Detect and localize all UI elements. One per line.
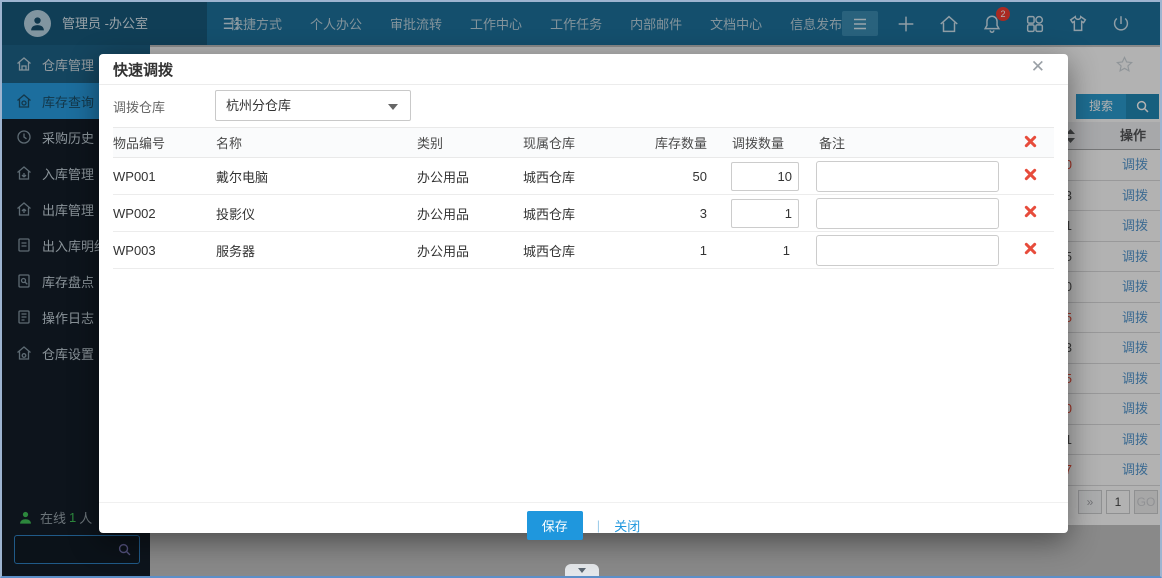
item-warehouse-cell: 城西仓库 bbox=[513, 158, 632, 195]
column-header: 备注 bbox=[807, 128, 1007, 158]
remark-input[interactable] bbox=[816, 235, 999, 266]
transfer-quantity-input[interactable] bbox=[731, 199, 799, 228]
remove-row-icon[interactable] bbox=[1024, 242, 1037, 255]
item-id-cell: WP003 bbox=[113, 232, 216, 269]
item-category-cell: 办公用品 bbox=[410, 158, 513, 195]
remark-cell bbox=[807, 232, 1007, 269]
item-id-cell: WP002 bbox=[113, 195, 216, 232]
remark-input[interactable] bbox=[816, 161, 999, 192]
chevron-down-icon bbox=[578, 568, 586, 573]
transfer-quantity-cell bbox=[709, 195, 807, 232]
chevron-down-icon bbox=[388, 104, 398, 110]
transfer-warehouse-select[interactable]: 杭州分仓库 bbox=[215, 90, 411, 121]
footer-divider bbox=[99, 502, 1068, 503]
remove-row-icon[interactable] bbox=[1024, 168, 1037, 181]
item-name-cell: 服务器 bbox=[216, 232, 410, 269]
transfer-item-row: WP001戴尔电脑办公用品城西仓库50 bbox=[113, 158, 1054, 195]
stock-quantity-cell: 3 bbox=[632, 195, 709, 232]
remove-column-header bbox=[1007, 128, 1054, 158]
column-header: 现属仓库 bbox=[513, 128, 632, 158]
table-header-row: 物品编号名称类别现属仓库库存数量调拨数量备注 bbox=[113, 128, 1054, 158]
column-header: 名称 bbox=[216, 128, 410, 158]
remove-row-cell bbox=[1007, 232, 1054, 269]
transfer-quantity-cell bbox=[709, 158, 807, 195]
item-id-cell: WP001 bbox=[113, 158, 216, 195]
column-header: 调拨数量 bbox=[709, 128, 807, 158]
selected-warehouse: 杭州分仓库 bbox=[226, 98, 291, 113]
remark-input[interactable] bbox=[816, 198, 999, 229]
column-header: 类别 bbox=[410, 128, 513, 158]
stock-quantity-cell: 50 bbox=[632, 158, 709, 195]
stock-quantity-cell: 1 bbox=[632, 232, 709, 269]
transfer-items-table: 物品编号名称类别现属仓库库存数量调拨数量备注 WP001戴尔电脑办公用品城西仓库… bbox=[113, 127, 1054, 269]
close-icon[interactable]: ✕ bbox=[1031, 57, 1045, 77]
item-category-cell: 办公用品 bbox=[410, 195, 513, 232]
item-warehouse-cell: 城西仓库 bbox=[513, 232, 632, 269]
transfer-quantity-input[interactable] bbox=[731, 162, 799, 191]
column-header: 库存数量 bbox=[632, 128, 709, 158]
transfer-item-row: WP003服务器办公用品城西仓库11 bbox=[113, 232, 1054, 269]
item-warehouse-cell: 城西仓库 bbox=[513, 195, 632, 232]
remove-row-icon[interactable] bbox=[1024, 205, 1037, 218]
remark-cell bbox=[807, 195, 1007, 232]
footer-separator: | bbox=[597, 518, 600, 533]
remark-cell bbox=[807, 158, 1007, 195]
remove-all-icon[interactable] bbox=[1024, 135, 1037, 148]
item-name-cell: 投影仪 bbox=[216, 195, 410, 232]
dialog-title: 快速调拨 bbox=[113, 59, 173, 80]
transfer-quantity-text: 1 bbox=[709, 243, 807, 258]
column-header: 物品编号 bbox=[113, 128, 216, 158]
remove-row-cell bbox=[1007, 195, 1054, 232]
dialog-footer: 保存 | 关闭 bbox=[99, 511, 1068, 540]
transfer-quantity-cell: 1 bbox=[709, 232, 807, 269]
transfer-warehouse-label: 调拨仓库 bbox=[113, 97, 165, 116]
save-button[interactable]: 保存 bbox=[527, 511, 583, 540]
app-window: 管理员 -办公室 快捷方式个人办公审批流转工作中心工作任务内部邮件文档中心信息发… bbox=[0, 0, 1162, 578]
quick-transfer-dialog: 快速调拨 ✕ 调拨仓库 杭州分仓库 物品编号名称类别现属仓库库存数量调拨数量备注… bbox=[99, 54, 1068, 533]
title-divider bbox=[99, 84, 1068, 85]
item-name-cell: 戴尔电脑 bbox=[216, 158, 410, 195]
bottom-collapse-tab[interactable] bbox=[565, 564, 599, 576]
item-category-cell: 办公用品 bbox=[410, 232, 513, 269]
close-link[interactable]: 关闭 bbox=[614, 516, 640, 535]
remove-row-cell bbox=[1007, 158, 1054, 195]
transfer-item-row: WP002投影仪办公用品城西仓库3 bbox=[113, 195, 1054, 232]
